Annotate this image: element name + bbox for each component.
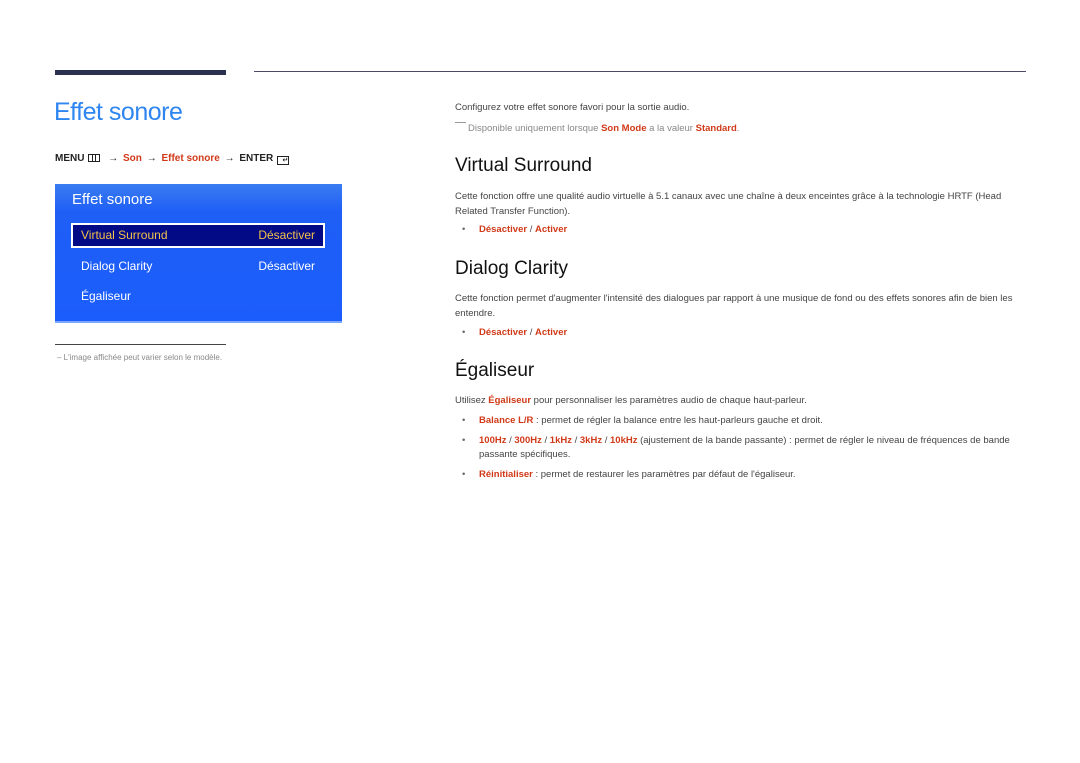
sep: /	[571, 435, 580, 446]
header-rule-thick	[55, 70, 226, 75]
term-100hz: 100Hz	[479, 435, 507, 446]
arrow: →	[224, 153, 235, 164]
menu-path-effet: Effet sonore	[161, 153, 220, 164]
text-post: pour personnaliser les paramètres audio …	[531, 395, 807, 406]
desc-reset: : permet de restaurer les paramètres par…	[532, 469, 796, 480]
footnote-rule	[55, 344, 226, 345]
footnote-text: L'image affichée peut varier selon le mo…	[63, 353, 223, 362]
footnote: – L'image affichée peut varier selon le …	[57, 353, 223, 362]
text-egaliseur: Utilisez Égaliseur pour personnaliser le…	[455, 393, 1030, 408]
heading-dialog-clarity: Dialog Clarity	[455, 258, 568, 279]
option-sep: /	[527, 327, 535, 338]
osd-item-virtual-surround[interactable]: Virtual Surround Désactiver	[71, 223, 325, 248]
option-desactiver: Désactiver	[479, 327, 528, 338]
term-1khz: 1kHz	[549, 435, 572, 446]
bullet-reset: • Réinitialiser : permet de restaurer les…	[462, 468, 1027, 482]
osd-item-egaliseur[interactable]: Égaliseur	[71, 284, 325, 309]
bullet-icon: •	[462, 415, 466, 426]
menu-icon	[88, 154, 101, 162]
sep: /	[602, 435, 610, 446]
text-virtual-surround: Cette fonction offre une qualité audio v…	[455, 191, 1002, 217]
avail-son-mode: Son Mode	[601, 123, 647, 134]
bullet-icon: •	[462, 469, 466, 480]
osd-title: Effet sonore	[72, 191, 153, 208]
arrow: →	[146, 153, 157, 164]
sep: /	[541, 435, 550, 446]
text-dialog-clarity: Cette fonction permet d'augmenter l'inte…	[455, 293, 1013, 319]
desc-balance: : permet de régler la balance entre les …	[533, 415, 823, 426]
osd-item-dialog-clarity[interactable]: Dialog Clarity Désactiver	[71, 254, 325, 279]
page-title: Effet sonore	[54, 98, 183, 126]
osd-item-label: Dialog Clarity	[81, 259, 153, 273]
option-desactiver: Désactiver	[479, 224, 528, 235]
menu-path-menu: MENU	[55, 153, 85, 164]
osd-item-value: Désactiver	[258, 228, 315, 242]
avail-pre: Disponible uniquement lorsque	[468, 123, 602, 134]
arrow: →	[108, 153, 119, 164]
note-dash	[455, 122, 466, 123]
options-virtual-surround: • Désactiver / Activer	[462, 223, 1027, 237]
term-balance: Balance L/R	[479, 415, 534, 426]
bullet-icon: •	[462, 327, 466, 338]
header-rule-thin	[254, 71, 1026, 72]
option-activer: Activer	[534, 327, 568, 338]
osd-menu-panel: Effet sonore Virtual Surround Désactiver…	[55, 184, 342, 323]
heading-virtual-surround: Virtual Surround	[455, 155, 592, 176]
term-reset: Réinitialiser	[479, 469, 533, 480]
option-activer: Activer	[534, 224, 568, 235]
osd-item-label: Virtual Surround	[81, 228, 168, 242]
osd-item-value: Désactiver	[258, 259, 315, 273]
avail-end: .	[736, 123, 740, 134]
term-3khz: 3kHz	[579, 435, 603, 446]
availability-note: Disponible uniquement lorsque Son Mode a…	[455, 122, 739, 134]
enter-icon: ↵	[277, 156, 290, 165]
menu-path-enter: ENTER	[239, 153, 274, 164]
text-term: Égaliseur	[488, 395, 532, 406]
options-dialog-clarity: • Désactiver / Activer	[462, 326, 1027, 340]
bullet-icon: •	[462, 224, 466, 235]
menu-path-son: Son	[123, 153, 142, 164]
term-10khz: 10kHz	[610, 435, 638, 446]
bullet-balance: • Balance L/R : permet de régler la balan…	[462, 414, 1027, 428]
heading-egaliseur: Égaliseur	[455, 360, 535, 381]
osd-item-label: Égaliseur	[81, 289, 132, 303]
menu-path: MENU → Son → Effet sonore → ENTER ↵	[55, 153, 290, 165]
term-300hz: 300Hz	[514, 435, 542, 446]
text-pre: Utilisez	[455, 395, 489, 406]
option-sep: /	[527, 224, 535, 235]
bullet-icon: •	[462, 435, 466, 446]
intro-text: Configurez votre effet sonore favori pou…	[455, 102, 690, 113]
bullet-bands: • 100Hz / 300Hz / 1kHz / 3kHz / 10kHz (aj…	[462, 434, 1027, 462]
avail-standard: Standard	[695, 123, 737, 134]
avail-mid: a la valeur	[646, 123, 696, 134]
